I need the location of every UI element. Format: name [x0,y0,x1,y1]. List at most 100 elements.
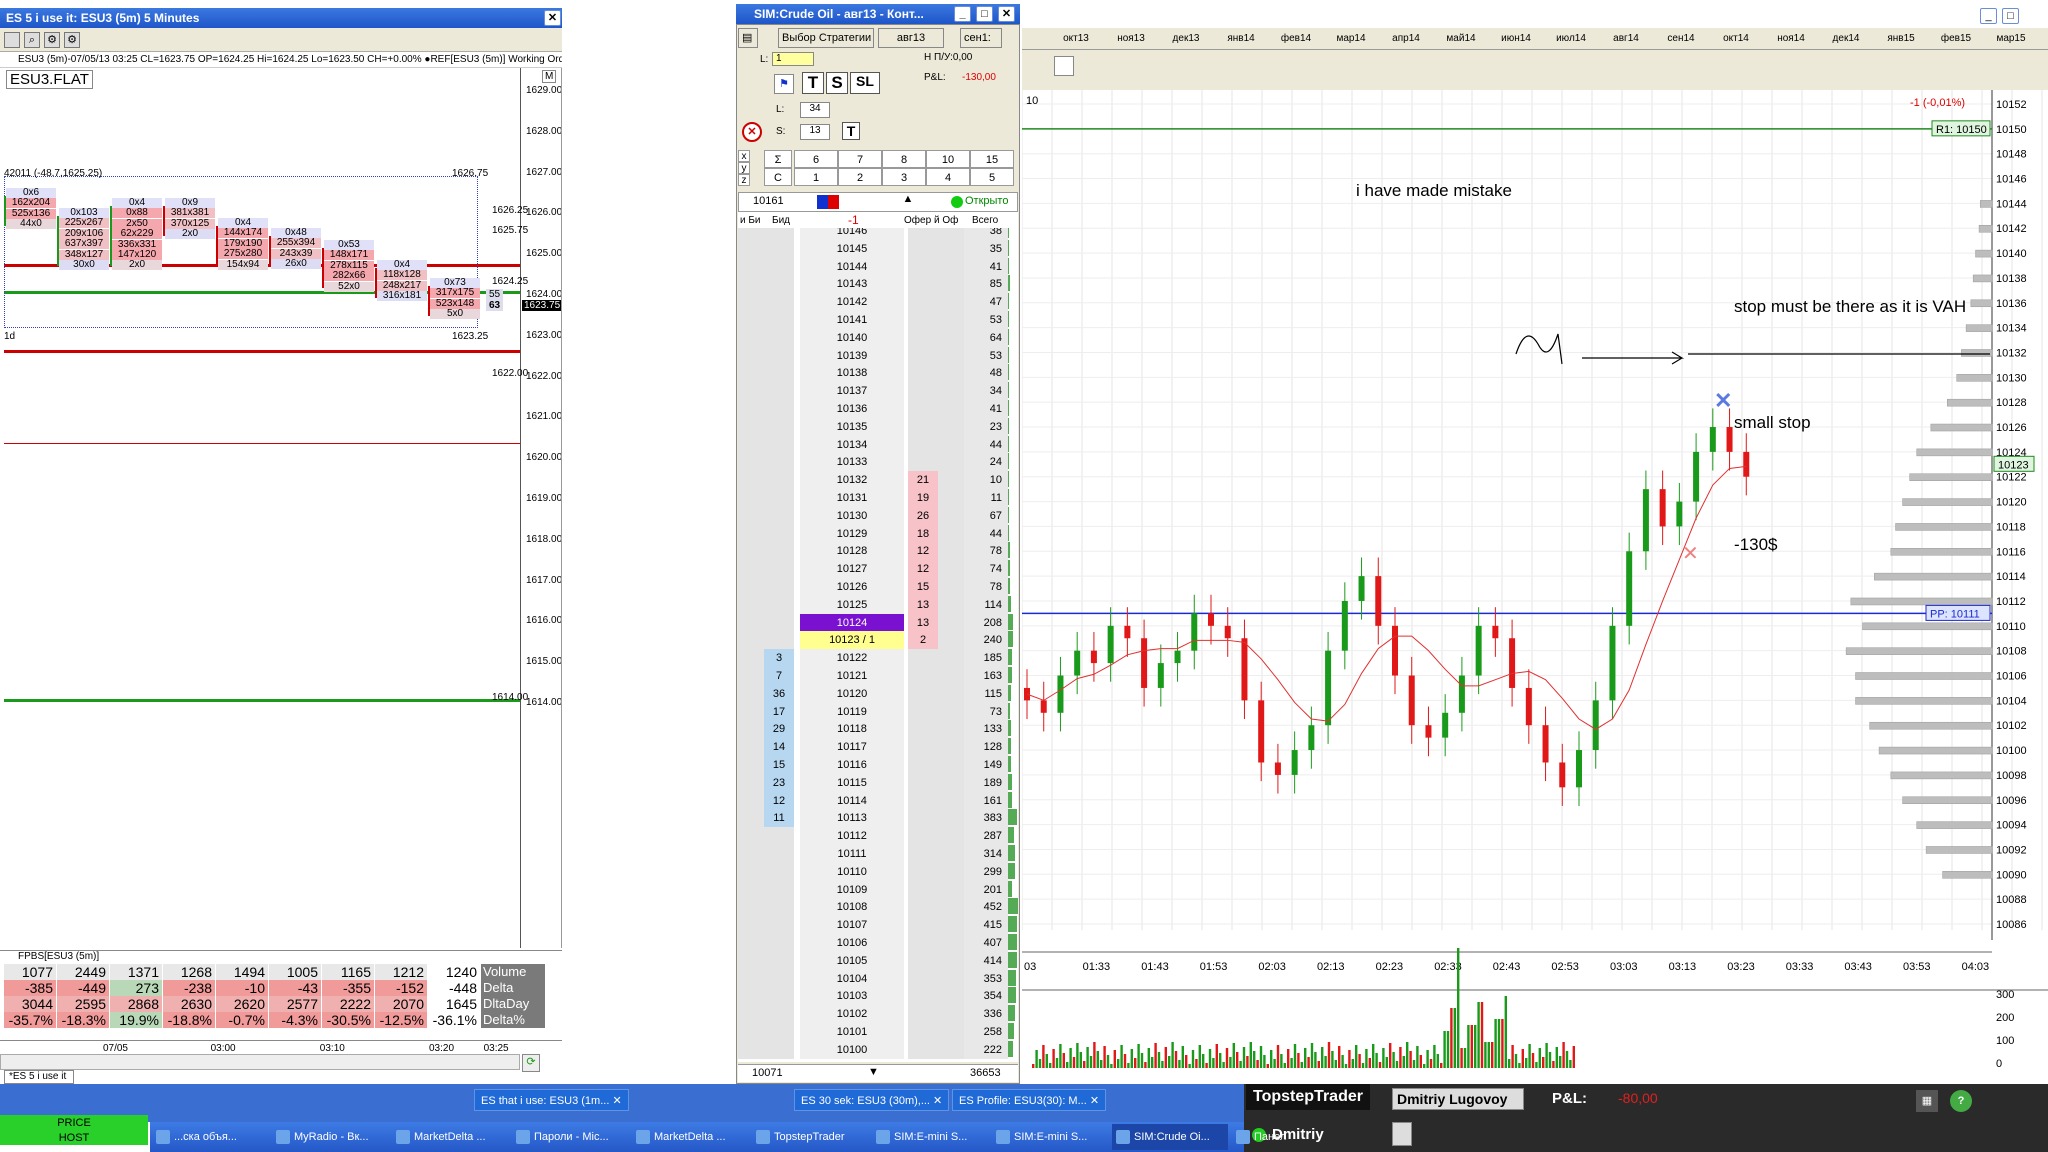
dom-row[interactable]: 10143 85 [738,275,1018,294]
dom-row[interactable]: 10131 19 11 [738,489,1018,507]
dom-ask[interactable] [908,435,938,454]
dom-row[interactable]: 10111 314 [738,845,1018,863]
dom-row[interactable]: 10140 64 [738,328,1018,347]
dom-row[interactable]: 10110 299 [738,862,1018,881]
month-tab[interactable]: июн14 [1490,33,1542,44]
arrow-up-icon[interactable]: ▲ [885,193,931,211]
dom-ask[interactable] [908,702,938,721]
dom-ask[interactable]: 21 [908,471,938,490]
month-tab[interactable]: дек13 [1160,33,1212,44]
dom-row[interactable]: 10108 452 [738,898,1018,917]
dom-row[interactable]: 10133 24 [738,453,1018,472]
dom-ask[interactable] [908,809,938,828]
month-tab[interactable]: мар15 [1985,33,2037,44]
dom-ask[interactable] [908,987,938,1006]
month-tab[interactable]: апр14 [1380,33,1432,44]
dom-ask[interactable]: 26 [908,506,938,525]
dom-row[interactable]: 10141 53 [738,311,1018,329]
dom-bid[interactable] [764,471,794,490]
dom-ask[interactable] [908,453,938,472]
dom-bid[interactable] [764,578,794,596]
close-icon[interactable]: ✕ [998,6,1015,22]
dom-bid[interactable] [764,827,794,846]
contract-select[interactable]: авг13 [878,28,944,48]
dom-bid[interactable] [764,311,794,329]
dom-ask[interactable] [908,720,938,739]
dom-row[interactable]: 7 10121 163 [738,667,1018,685]
l-value[interactable]: 1 [772,52,814,66]
month-tab[interactable]: янв15 [1875,33,1927,44]
month-tab[interactable]: дек14 [1820,33,1872,44]
dom-bid[interactable] [764,346,794,365]
dom-row[interactable]: 10106 407 [738,934,1018,952]
dom-row[interactable]: 10123 / 1 2 240 [738,631,1018,650]
dom-ask[interactable] [908,257,938,276]
dom-row[interactable]: 10137 34 [738,382,1018,401]
dom-bid[interactable]: 14 [764,738,794,757]
taskbar-item[interactable]: SIM:E-mini S... [992,1124,1108,1150]
dom-ask[interactable] [908,756,938,774]
dom-bid[interactable] [764,400,794,418]
dom-ask[interactable] [908,1040,938,1059]
dom-bid[interactable] [764,506,794,525]
dom-ask[interactable] [908,791,938,810]
dom-ask[interactable] [908,346,938,365]
dom-ask[interactable] [908,969,938,988]
sl-button[interactable]: SL [850,72,880,94]
dom-bid[interactable] [764,382,794,401]
chart-icon[interactable]: ▤ [738,28,758,48]
dom-ask[interactable] [908,382,938,401]
dom-ask[interactable] [908,880,938,899]
dom-bid[interactable] [764,595,794,614]
dom-ask[interactable] [908,773,938,792]
dom-row[interactable]: 15 10116 149 [738,756,1018,774]
month-tab[interactable]: ноя13 [1105,33,1157,44]
dom-row[interactable]: 3 10122 185 [738,649,1018,668]
dom-row[interactable]: 17 10119 73 [738,702,1018,721]
dom-ask[interactable] [908,328,938,347]
dom-bid[interactable] [764,364,794,383]
taskbar-item[interactable]: Панел [1232,1124,1348,1150]
dom-bid[interactable] [764,560,794,579]
dom-row[interactable]: 23 10115 189 [738,773,1018,792]
left-tab[interactable]: *ES 5 i use it [4,1070,74,1084]
month-tab[interactable]: фев14 [1270,33,1322,44]
dom-bid[interactable]: 23 [764,773,794,792]
dom-row[interactable]: 10105 414 [738,951,1018,970]
dom-row[interactable]: 10127 12 74 [738,560,1018,579]
t-button[interactable]: T [802,72,824,94]
qty-button[interactable]: 4 [926,168,970,186]
dom-bid[interactable]: 15 [764,756,794,774]
qty-button[interactable]: 2 [838,168,882,186]
dom-ask[interactable] [908,951,938,970]
dom-row[interactable]: 29 10118 133 [738,720,1018,739]
dom-bid[interactable] [764,524,794,543]
dom-ask[interactable]: 12 [908,560,938,579]
taskbar-item[interactable]: TopstepTrader [752,1124,868,1150]
dom-ask[interactable] [908,649,938,668]
dom-ask[interactable] [908,400,938,418]
dom-ask[interactable] [908,364,938,383]
dom-row[interactable]: 10129 18 44 [738,524,1018,543]
dom-bid[interactable] [764,916,794,935]
link-icon[interactable] [4,32,20,48]
dom-bid[interactable]: 29 [764,720,794,739]
s-button[interactable]: S [826,72,848,94]
dom-row[interactable]: 10125 13 114 [738,595,1018,614]
dom-bid[interactable] [764,880,794,899]
dom-row[interactable]: 10145 35 [738,239,1018,258]
dom-row[interactable]: 10126 15 78 [738,578,1018,596]
dom-row[interactable]: 10101 258 [738,1023,1018,1041]
dom-ask[interactable] [908,916,938,935]
account-select[interactable] [1392,1122,1412,1146]
dom-bid[interactable] [764,489,794,507]
dom-bid[interactable] [764,542,794,561]
dom-ask[interactable] [908,684,938,703]
left-scroll[interactable] [0,1054,520,1070]
minimize-icon[interactable]: _ [1980,8,1997,24]
dom-bid[interactable] [764,951,794,970]
cancel-icon[interactable]: ✕ [742,122,762,142]
dom-row[interactable]: 10139 53 [738,346,1018,365]
qty-button[interactable]: 10 [926,150,970,168]
dom-ask[interactable] [908,239,938,258]
